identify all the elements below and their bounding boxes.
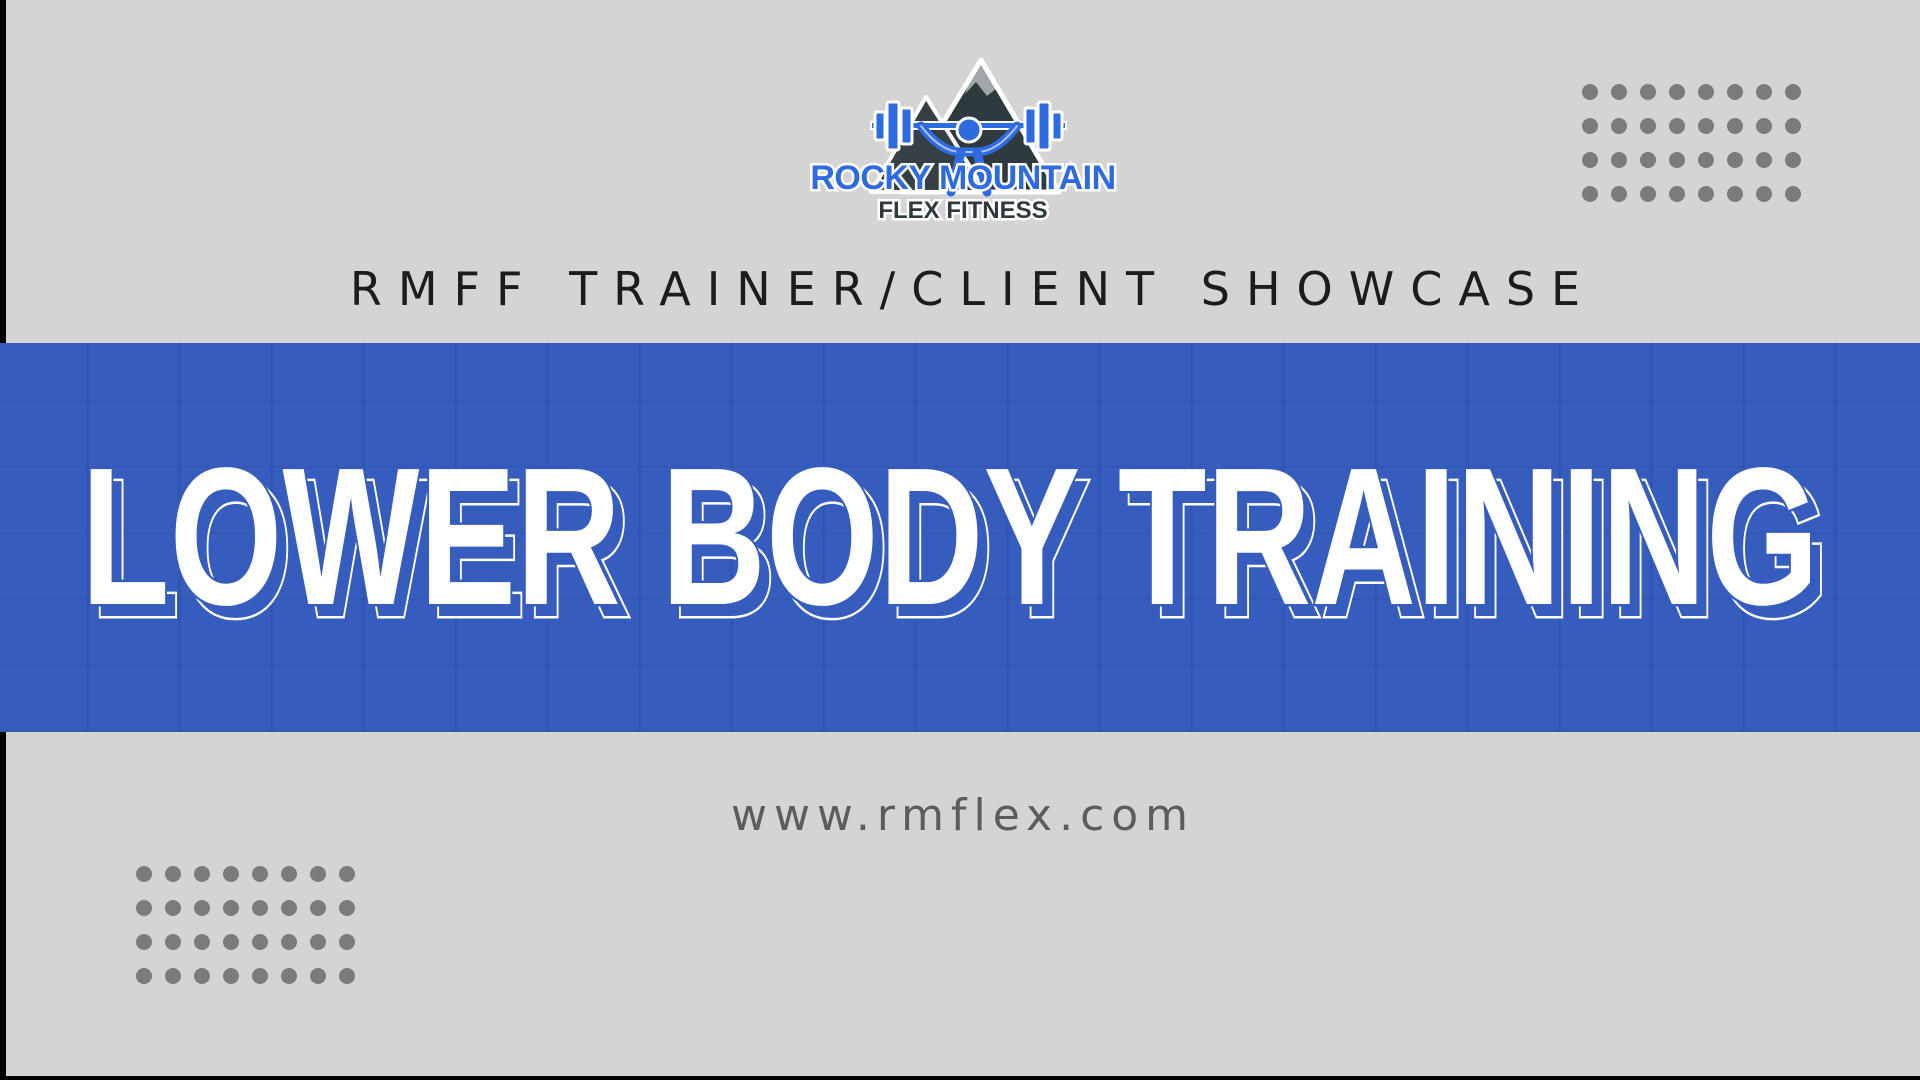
decorative-dot xyxy=(339,968,355,984)
decorative-dot xyxy=(1727,118,1743,134)
decorative-dot xyxy=(165,900,181,916)
headline-banner: LOWER BODY TRAINING LOWER BODY TRAINING xyxy=(0,343,1920,732)
decorative-dot xyxy=(1727,186,1743,202)
logo-text-line2: FLEX FITNESS xyxy=(878,197,1047,224)
decorative-dot-grid-top xyxy=(1582,84,1801,202)
decorative-dot xyxy=(1582,118,1598,134)
decorative-dot xyxy=(165,866,181,882)
decorative-dot xyxy=(165,968,181,984)
decorative-dot xyxy=(194,934,210,950)
decorative-dot xyxy=(1698,84,1714,100)
decorative-dot xyxy=(1582,186,1598,202)
decorative-dot xyxy=(136,968,152,984)
rocky-mountain-flex-fitness-logo: ROCKY MOUNTAIN FLEX FITNESS xyxy=(801,52,1126,237)
decorative-dot xyxy=(223,866,239,882)
decorative-dot xyxy=(252,968,268,984)
decorative-dot xyxy=(1756,152,1772,168)
decorative-dot xyxy=(281,900,297,916)
decorative-dot xyxy=(1698,186,1714,202)
decorative-dot xyxy=(1582,152,1598,168)
decorative-dot xyxy=(223,900,239,916)
decorative-dot xyxy=(194,900,210,916)
decorative-dot xyxy=(339,900,355,916)
decorative-dot xyxy=(281,866,297,882)
decorative-dot xyxy=(310,866,326,882)
website-url: www.rmflex.com xyxy=(730,790,1196,841)
decorative-dot xyxy=(1611,118,1627,134)
decorative-dot xyxy=(310,934,326,950)
decorative-dot xyxy=(1669,84,1685,100)
decorative-dot xyxy=(1698,152,1714,168)
decorative-dot xyxy=(1698,118,1714,134)
decorative-dot xyxy=(1640,84,1656,100)
decorative-dot xyxy=(136,866,152,882)
decorative-dot xyxy=(223,934,239,950)
decorative-dot xyxy=(339,934,355,950)
logo-text-line1: ROCKY MOUNTAIN xyxy=(810,159,1115,197)
showcase-subtitle: RMFF TRAINER/CLIENT SHOWCASE xyxy=(349,262,1597,316)
decorative-dot xyxy=(1611,152,1627,168)
decorative-dot xyxy=(1785,186,1801,202)
decorative-dot xyxy=(1727,84,1743,100)
decorative-dot xyxy=(194,968,210,984)
decorative-dot xyxy=(136,934,152,950)
decorative-dot xyxy=(1669,118,1685,134)
headline-text: LOWER BODY TRAINING xyxy=(81,438,1819,638)
decorative-dot xyxy=(1582,84,1598,100)
decorative-dot xyxy=(1640,152,1656,168)
decorative-dot xyxy=(252,934,268,950)
decorative-dot xyxy=(1640,118,1656,134)
decorative-dot xyxy=(136,900,152,916)
decorative-dot xyxy=(1611,84,1627,100)
decorative-dot xyxy=(281,968,297,984)
decorative-dot xyxy=(1785,118,1801,134)
decorative-dot xyxy=(1785,152,1801,168)
decorative-dot xyxy=(252,900,268,916)
decorative-dot xyxy=(1756,84,1772,100)
decorative-dot xyxy=(1669,186,1685,202)
decorative-dot-grid-bottom xyxy=(136,866,355,984)
decorative-dot xyxy=(1669,152,1685,168)
decorative-dot xyxy=(252,866,268,882)
decorative-dot xyxy=(1756,118,1772,134)
decorative-dot xyxy=(1727,152,1743,168)
decorative-dot xyxy=(310,900,326,916)
decorative-dot xyxy=(339,866,355,882)
decorative-dot xyxy=(1611,186,1627,202)
decorative-dot xyxy=(1785,84,1801,100)
decorative-dot xyxy=(310,968,326,984)
decorative-dot xyxy=(223,968,239,984)
decorative-dot xyxy=(165,934,181,950)
decorative-dot xyxy=(1640,186,1656,202)
decorative-dot xyxy=(194,866,210,882)
decorative-dot xyxy=(1756,186,1772,202)
decorative-dot xyxy=(281,934,297,950)
